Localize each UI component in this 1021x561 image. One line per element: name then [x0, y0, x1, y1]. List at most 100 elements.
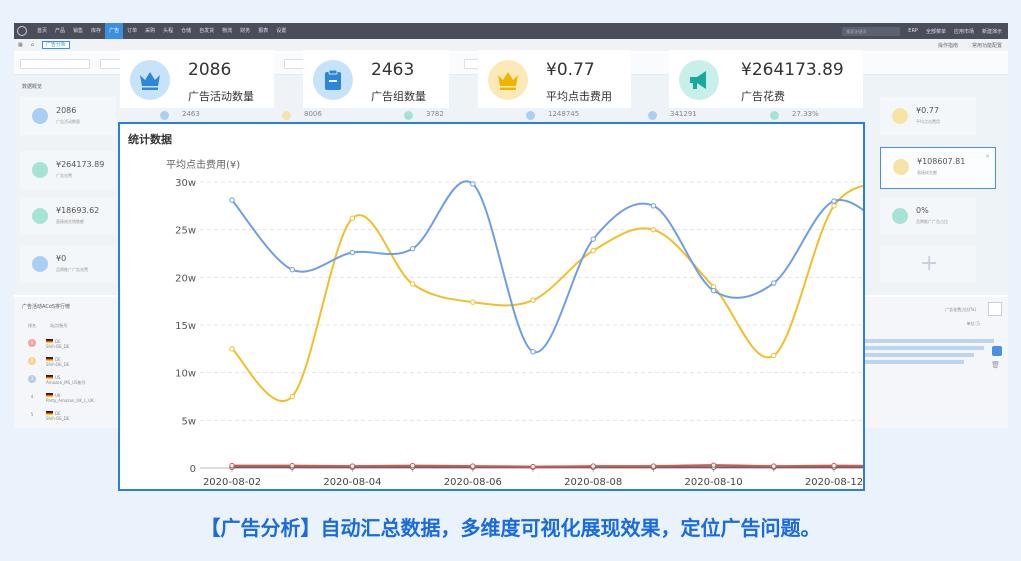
- stat-value: ¥0.77: [546, 60, 595, 80]
- nav-item-orders[interactable]: 订单: [123, 23, 141, 39]
- data-point: [710, 462, 717, 468]
- stat-card-campaign-count: 2086 广告活动数量: [120, 50, 274, 108]
- data-point: [289, 393, 295, 400]
- nav-item-sales[interactable]: 销售: [69, 23, 87, 39]
- nav-item-product[interactable]: 产品: [51, 23, 69, 39]
- stat-card-ad-spend: ¥264173.89 广告花费: [669, 50, 863, 108]
- data-point: [650, 463, 657, 469]
- nav-item-reports[interactable]: 报表: [254, 23, 272, 39]
- pie-icon: [32, 208, 48, 224]
- x-tick-label: 2020-08-10: [685, 477, 743, 488]
- data-point: [409, 246, 416, 252]
- nav-item-purchase[interactable]: 采购: [141, 23, 159, 39]
- stat-card-adgroup-count: 2463 广告组数量: [303, 50, 449, 108]
- top-nav: 首页 产品 销售 库存 广告 订单 采购 头程 仓储 自发货 物流 财务 报表 …: [14, 23, 1008, 39]
- data-point: [289, 462, 295, 469]
- home-icon[interactable]: ⌂: [31, 42, 34, 48]
- config-link[interactable]: 常用功能配置: [972, 42, 1008, 49]
- flag-icon: [46, 357, 53, 361]
- mid-value: 8006: [304, 110, 322, 118]
- y-tick-label: 20w: [175, 273, 196, 284]
- toggle-box[interactable]: [988, 302, 1002, 316]
- data-point: [650, 226, 657, 233]
- close-icon[interactable]: ×: [985, 153, 990, 160]
- coin-icon: [282, 111, 291, 120]
- ranking-bar: [864, 339, 994, 343]
- nav-item-logistics[interactable]: 物流: [218, 23, 236, 39]
- data-point: [289, 267, 295, 273]
- data-point: [831, 203, 837, 209]
- nav-item-settings[interactable]: 设置: [272, 23, 290, 39]
- card-label: 广告活动数量: [56, 119, 80, 124]
- nav-item-ads[interactable]: 广告: [105, 23, 124, 39]
- ranking-row[interactable]: 1 DE Shih-DE_DE: [28, 339, 69, 349]
- search-input[interactable]: 搜索关键词: [842, 26, 901, 36]
- card-label: 直接成交销售额: [56, 219, 84, 224]
- nav-item-stock[interactable]: 库存: [87, 23, 105, 39]
- ranking-right-label: 广告花费占比(%): [945, 307, 976, 312]
- stat-label: 广告活动数量: [188, 90, 254, 103]
- flag-icon: [46, 339, 53, 343]
- mid-value: 2463: [182, 110, 200, 118]
- col-rank: 排名: [28, 323, 36, 328]
- erp-menu[interactable]: ERP: [908, 28, 918, 34]
- data-point: [530, 297, 536, 303]
- ranking-row[interactable]: 4 UK Party_Amazon_UK_L_UK: [28, 393, 94, 403]
- data-point: [470, 463, 476, 469]
- x-tick-label: 2020-08-08: [564, 477, 622, 488]
- nav-item-home[interactable]: 首页: [33, 23, 51, 39]
- overview-card[interactable]: ¥18693.62 直接成交销售额: [20, 197, 116, 235]
- data-point: [530, 463, 536, 470]
- view-button[interactable]: [992, 346, 1002, 356]
- nav-item-finance[interactable]: 财务: [236, 23, 254, 39]
- ranking-row[interactable]: 5 DE Shih-DE_DE: [28, 411, 69, 421]
- mid-value: 1248745: [548, 110, 580, 118]
- rank-badge: 5: [30, 412, 34, 417]
- y-tick-label: 10w: [175, 369, 196, 380]
- card-value: ¥0: [56, 254, 67, 263]
- account-name: Shih-DE_DE: [46, 362, 70, 367]
- nav-item-warehouse[interactable]: 仓储: [177, 23, 195, 39]
- overview-card-selected[interactable]: ¥108607.81 直接成交额 ×: [880, 147, 996, 189]
- nav-item-fbm[interactable]: 自发货: [195, 23, 218, 39]
- guide-link[interactable]: 操作指南: [938, 42, 964, 49]
- y-tick-label: 5w: [181, 416, 196, 427]
- site-cell: DE Shih-DE_DE: [46, 339, 69, 349]
- add-card-button[interactable]: +: [880, 245, 976, 283]
- x-tick-label: 2020-08-06: [444, 477, 502, 488]
- y-tick-label: 30w: [175, 178, 196, 189]
- data-point: [650, 203, 657, 209]
- overview-card[interactable]: ¥264173.89 广告花费: [20, 151, 116, 189]
- stat-card-avg-cpc: ¥0.77 平均点击费用: [478, 50, 631, 108]
- mid-value: 341291: [670, 110, 697, 118]
- site-cell: UK Party_Amazon_UK_L_UK: [46, 393, 94, 403]
- x-tick-label: 2020-08-02: [203, 477, 261, 488]
- card-value: ¥108607.81: [917, 157, 966, 166]
- grid-icon[interactable]: ▦: [18, 42, 23, 48]
- rank-badge: 1: [28, 339, 36, 347]
- crown-icon: [488, 60, 528, 100]
- overview-card[interactable]: 0% 品牌推广广告占比: [880, 197, 976, 235]
- nav-item-firstleg[interactable]: 头程: [159, 23, 177, 39]
- all-menu[interactable]: 全部菜单: [926, 28, 946, 35]
- overview-card[interactable]: 2086 广告活动数量: [20, 97, 116, 135]
- overview-card[interactable]: ¥0 品牌推广广告花费: [20, 245, 116, 283]
- data-point: [409, 462, 416, 469]
- ranking-row[interactable]: 2 DE Shih-DE_DE: [28, 357, 69, 367]
- ranking-row[interactable]: 3 US Amazon_MS_US账号: [28, 375, 86, 386]
- y-tick-label: 25w: [175, 226, 196, 237]
- filter-select[interactable]: [20, 59, 90, 69]
- user-name[interactable]: 新建演示: [982, 28, 1002, 35]
- card-value: 0%: [916, 206, 929, 215]
- trash-icon[interactable]: 🗑: [991, 361, 1000, 369]
- data-point: [831, 462, 837, 469]
- y-axis-label: 平均点击费用(¥): [166, 158, 240, 171]
- overview-card[interactable]: ¥0.77 平均点击费用: [880, 97, 976, 135]
- ranking-bars: [864, 339, 994, 367]
- clipboard-icon: [160, 111, 169, 120]
- app-market[interactable]: 应用市场: [954, 28, 974, 35]
- stat-value: ¥264173.89: [741, 60, 844, 80]
- tab-ad-analysis[interactable]: 广告分析: [41, 41, 70, 49]
- data-point: [771, 280, 777, 286]
- crown-icon: [892, 108, 908, 124]
